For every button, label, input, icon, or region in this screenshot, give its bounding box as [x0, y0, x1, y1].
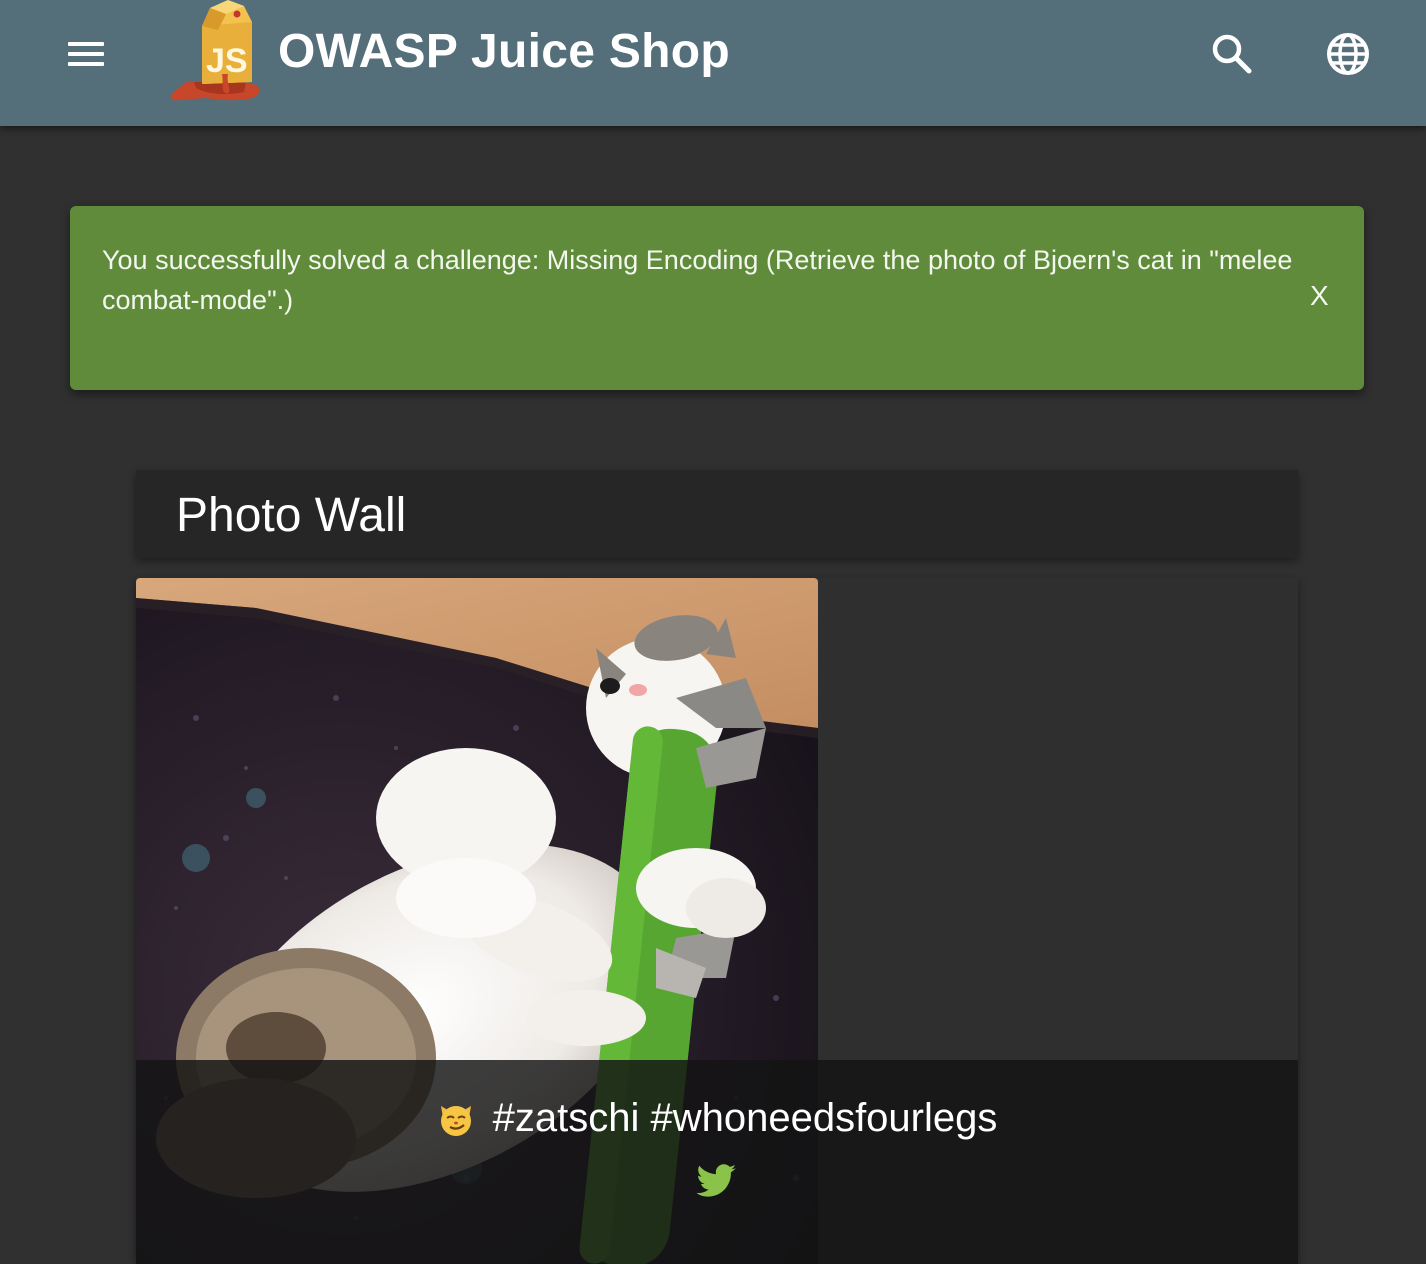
globe-icon[interactable] [1322, 28, 1374, 80]
menu-icon-bar [68, 52, 104, 56]
page-title: Photo Wall [176, 489, 407, 542]
search-icon[interactable] [1206, 28, 1256, 78]
photo-wall-header: Photo Wall [136, 470, 1298, 558]
twitter-icon[interactable] [696, 1164, 738, 1200]
post-caption-text: #zatschi #whoneedsfourlegs [492, 1096, 998, 1140]
app-toolbar: JS OWASP Juice Shop [0, 0, 1426, 126]
juice-shop-logo[interactable]: JS [166, 0, 266, 106]
menu-icon-bar [68, 62, 104, 66]
smirking-cat-icon [440, 1105, 471, 1136]
notification-close-button[interactable]: X [1310, 280, 1329, 312]
notification-message: You successfully solved a challenge: Mis… [102, 245, 1293, 315]
challenge-solved-notification: You successfully solved a challenge: Mis… [70, 206, 1364, 390]
menu-button[interactable] [56, 33, 116, 75]
menu-icon-bar [68, 42, 104, 46]
photo-wall-card: #zatschi #whoneedsfourlegs [136, 578, 1298, 1264]
photo-caption: #zatschi #whoneedsfourlegs [136, 1096, 1298, 1141]
photo-caption-bar: #zatschi #whoneedsfourlegs [136, 1060, 1298, 1264]
app-title[interactable]: OWASP Juice Shop [278, 24, 730, 79]
